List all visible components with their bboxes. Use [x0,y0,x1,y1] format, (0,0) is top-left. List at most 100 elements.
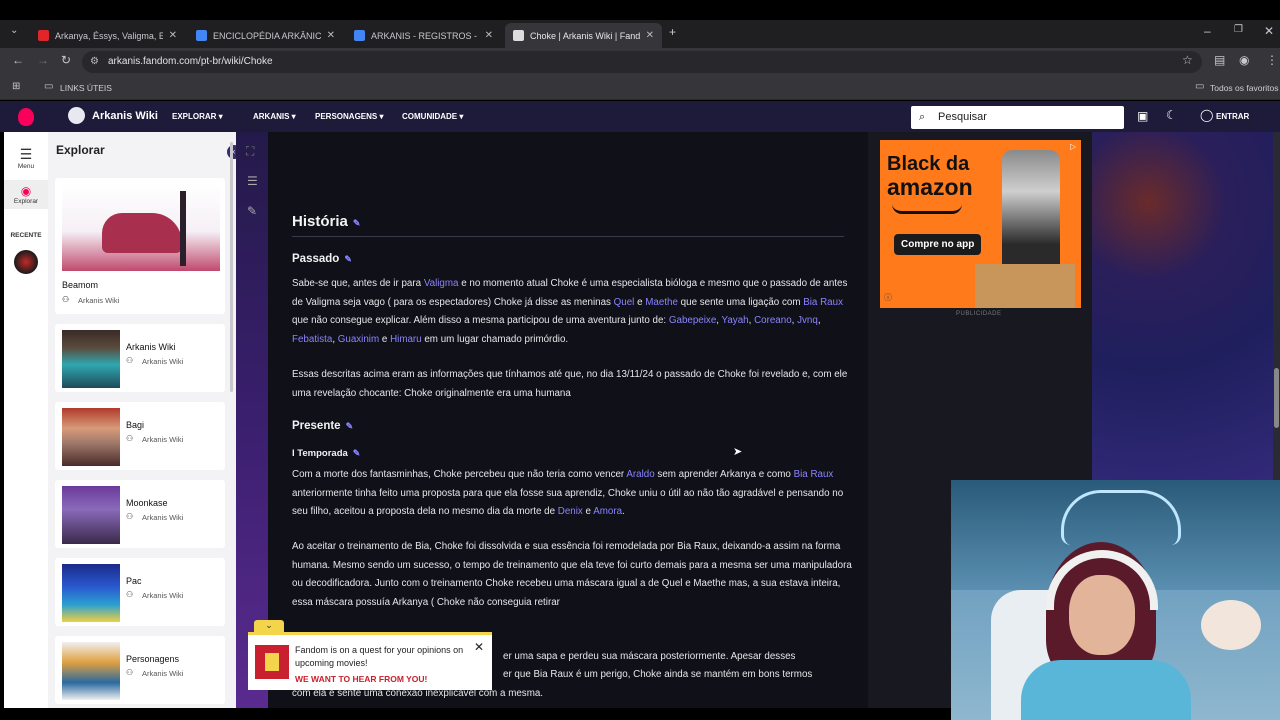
link-gabepeixe[interactable]: Gabepeixe [669,315,716,326]
section-presente: Presente ✎ [292,420,353,432]
wiki-source-icon: ⚇ [62,295,70,304]
link-yayah[interactable]: Yayah [722,315,749,326]
link-bia-raux[interactable]: Bia Raux [794,469,834,480]
nav-comunidade[interactable]: COMUNIDADE ▾ [402,101,463,132]
link-araldo[interactable]: Araldo [626,469,654,480]
collapse-chevron-icon[interactable]: ⌄ [254,620,284,634]
wiki-name[interactable]: Arkanis Wiki [92,101,158,132]
edit-section-icon[interactable]: ✎ [346,421,354,431]
wiki-source-icon: ⚇ [126,668,134,677]
popup-cta-link[interactable]: WE WANT TO HEAR FROM YOU! [295,674,427,684]
apps-grid-icon[interactable]: ⊞ [12,81,20,92]
profile-avatar-icon[interactable]: ◉ [1239,53,1249,67]
browser-menu-icon[interactable]: ⋮ [1266,53,1278,67]
amazon-ad[interactable]: Black da amazon Compre no app ⓘ ▷ [880,140,1081,308]
minimize-icon[interactable]: – [1204,24,1211,38]
mouse-cursor-icon: ➤ [733,446,743,458]
explorer-card-personagens[interactable]: Personagens ⚇ Arkanis Wiki [55,636,225,704]
user-icon[interactable]: ◯ [1200,108,1213,122]
card-title: Beamom [62,280,99,290]
browser-tab-1[interactable]: Arkanya, Éssys, Valigma, Entidad ✕ [30,23,185,48]
ad-info-icon[interactable]: ⓘ [884,292,892,303]
link-guaxinim[interactable]: Guaxinim [338,334,379,345]
browser-tab-3[interactable]: ARKANIS - REGISTROS - Docum ✕ [346,23,501,48]
bookmark-folder-links[interactable]: LINKS ÚTEIS [60,83,112,93]
compass-icon: ◉ [20,184,32,198]
text: e [582,506,594,518]
close-tab-icon[interactable]: ✕ [646,30,654,41]
link-denix[interactable]: Denix [558,506,583,517]
nav-arkanis[interactable]: ARKANIS ▾ [253,101,296,132]
back-icon[interactable]: ← [12,53,24,67]
search-input[interactable]: ⌕ Pesquisar [911,106,1124,129]
dark-mode-icon[interactable]: ☾ [1166,108,1177,122]
close-tab-icon[interactable]: ✕ [169,30,177,41]
login-button[interactable]: ENTRAR [1216,101,1249,132]
nav-personagens[interactable]: PERSONAGENS ▾ [315,101,383,132]
fandom-logo-icon[interactable] [18,108,34,126]
bookmark-star-icon[interactable]: ☆ [1182,53,1193,67]
reload-icon[interactable]: ↻ [61,53,71,67]
nav-label: EXPLORAR [172,112,217,121]
link-febatista[interactable]: Febatista [292,334,332,345]
card-title: Pac [126,576,142,586]
text: sem aprender Arkanya e como [654,469,794,480]
link-maethe[interactable]: Maethe [645,297,678,308]
restore-icon[interactable]: ❐ [1234,24,1243,35]
tab-title: Choke | Arkanis Wiki | Fandom [530,30,640,41]
explore-button[interactable]: ◉ Explorar [4,180,48,209]
link-quel[interactable]: Quel [614,297,635,308]
explorer-panel: Explorar ‹ Beamom ⚇ Arkanis Wiki Arkanis… [48,132,236,708]
explorer-card-bagi[interactable]: Bagi ⚇ Arkanis Wiki [55,402,225,470]
site-info-icon[interactable]: ⚙ [90,51,99,73]
close-tab-icon[interactable]: ✕ [485,30,493,41]
explorer-card-beamom[interactable]: Beamom ⚇ Arkanis Wiki [55,178,225,314]
browser-tab-2[interactable]: ENCICLOPÉDIA ARKÂNICA - De ✕ [188,23,343,48]
ad-cta-button[interactable]: Compre no app [894,234,982,255]
card-source: Arkanis Wiki [142,357,184,366]
edit-icon[interactable]: ✎ [247,204,257,218]
extension-icon[interactable]: ▤ [1214,53,1225,67]
link-bia-raux[interactable]: Bia Raux [803,297,843,308]
tab-search-icon[interactable]: ⌄ [10,25,18,36]
explorer-card-arkanis-wiki[interactable]: Arkanis Wiki ⚇ Arkanis Wiki [55,324,225,392]
explorer-card-moonkase[interactable]: Moonkase ⚇ Arkanis Wiki [55,480,225,548]
fullscreen-icon[interactable]: ⛶ [246,144,254,159]
new-tab-icon[interactable]: + [669,25,676,39]
link-jvnq[interactable]: Jvnq [797,315,818,326]
ad-choices-icon[interactable]: ▷ [1070,142,1076,151]
close-tab-icon[interactable]: ✕ [327,30,335,41]
arkanis-wiki-thumb [62,330,120,388]
menu-button[interactable]: ☰ Menu [4,146,48,170]
discussions-icon[interactable]: ▣ [1137,109,1148,123]
url-field[interactable]: ⚙ arkanis.fandom.com/pt-br/wiki/Choke [82,51,1202,73]
link-coreano[interactable]: Coreano [754,315,792,326]
forward-icon[interactable]: → [37,53,49,67]
explorer-card-pac[interactable]: Pac ⚇ Arkanis Wiki [55,558,225,626]
link-valigma[interactable]: Valigma [424,278,459,289]
recent-wiki-avatar[interactable] [14,250,38,274]
explore-label: Explorar [13,198,39,205]
edit-section-icon[interactable]: ✎ [344,254,352,264]
toc-icon[interactable]: ☰ [247,174,258,188]
edit-section-icon[interactable]: ✎ [353,218,361,228]
person-hoodie [1021,660,1191,720]
close-window-icon[interactable]: ✕ [1264,24,1274,38]
edit-section-icon[interactable]: ✎ [353,448,361,458]
wiki-source-icon: ⚇ [126,356,134,365]
nav-explorar[interactable]: EXPLORAR ▾ [172,101,223,132]
browser-tab-4[interactable]: Choke | Arkanis Wiki | Fandom ✕ [505,23,662,48]
wiki-avatar-icon[interactable] [68,107,85,124]
link-amora[interactable]: Amora [593,506,622,517]
page-scrollbar[interactable] [1273,132,1280,480]
pac-thumb [62,564,120,622]
paragraph-temporada: Com a morte dos fantasminhas, Choke perc… [292,466,852,522]
text: que sente uma ligação com [677,296,804,308]
scroll-thumb[interactable] [1274,368,1279,428]
link-himaru[interactable]: Himaru [390,334,422,345]
close-icon[interactable]: ✕ [474,640,484,654]
all-bookmarks[interactable]: Todos os favoritos [1210,83,1279,93]
wiki-source-icon: ⚇ [126,512,134,521]
card-source: Arkanis Wiki [142,435,184,444]
panel-scrollbar[interactable] [230,142,233,392]
